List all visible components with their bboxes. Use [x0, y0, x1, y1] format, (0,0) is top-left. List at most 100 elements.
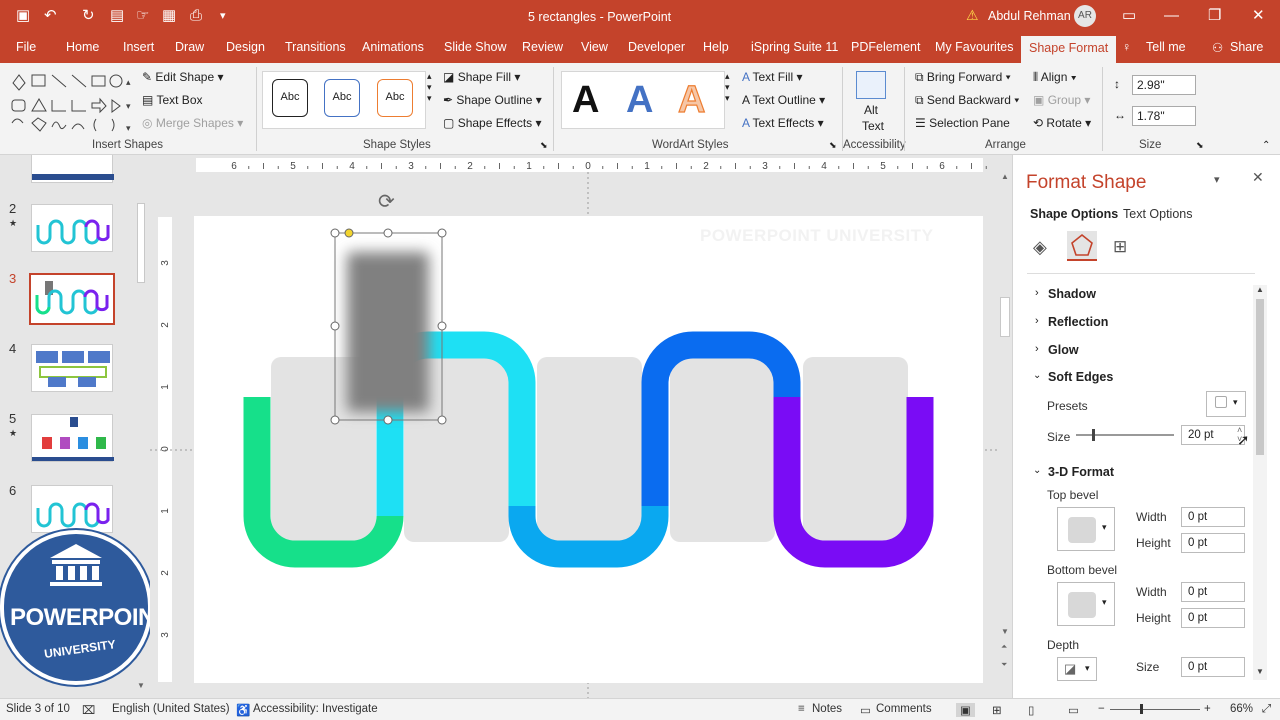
size-properties-icon[interactable]: ⊞ [1113, 237, 1127, 257]
wordart-gallery-more-icon[interactable]: ▴ ▾ ▾ [725, 71, 730, 104]
slideshow-view-icon[interactable]: ▭ [1068, 703, 1079, 717]
tab-transitions[interactable]: Transitions [285, 40, 346, 54]
zoom-in-icon[interactable]: + [1204, 703, 1211, 715]
tab-home[interactable]: Home [66, 40, 99, 54]
accessibility-status[interactable]: Accessibility: Investigate [253, 703, 378, 715]
soft-edges-size-slider[interactable] [1076, 429, 1174, 441]
text-effects-button[interactable]: A Text Effects ▾ [742, 116, 824, 130]
scroll-down-icon[interactable]: ▼ [137, 681, 145, 690]
tab-shape-format[interactable]: Shape Format [1021, 36, 1117, 63]
pane-scrollbar[interactable]: ▲ ▼ [1253, 285, 1267, 680]
pane-close-icon[interactable]: ✕ [1252, 169, 1264, 186]
bottom-bevel-dropdown[interactable]: ▾ [1057, 582, 1115, 626]
dialog-launcher-icon[interactable]: ⬊ [540, 140, 548, 151]
next-slide-icon[interactable]: ⏷ [1001, 660, 1007, 670]
comments-icon[interactable]: ▭ [860, 703, 871, 717]
canvas-scroll-down-icon[interactable]: ▼ [1001, 627, 1009, 636]
merge-shapes-button[interactable]: ◎ Merge Shapes ▾ [142, 116, 243, 130]
shape-height-field[interactable]: 2.98" [1132, 75, 1196, 95]
share-button[interactable]: Share [1230, 40, 1263, 54]
minimize-icon[interactable]: — [1164, 7, 1179, 25]
top-bevel-width-input[interactable]: 0 pt [1181, 507, 1245, 527]
shape-width-field[interactable]: 1.78" [1132, 106, 1196, 126]
shape-effects-button[interactable]: ▢ Shape Effects ▾ [443, 116, 542, 130]
avatar[interactable]: AR [1074, 5, 1096, 27]
zoom-out-icon[interactable]: − [1098, 703, 1105, 715]
soft-edges-collapse-icon[interactable]: ⌄ [1033, 370, 1041, 381]
slide-thumbnail-4[interactable] [31, 344, 113, 392]
tab-review[interactable]: Review [522, 40, 563, 54]
text-outline-button[interactable]: A Text Outline ▾ [742, 93, 825, 107]
slider-thumb[interactable] [1092, 429, 1095, 441]
previous-slide-icon[interactable]: ⏶ [1001, 642, 1007, 652]
slide-thumbnail-3-selected[interactable] [29, 273, 115, 325]
reflection-expand-icon[interactable]: › [1035, 315, 1039, 327]
wordart-style-black[interactable]: A [572, 79, 599, 122]
group-button[interactable]: ▣ Group ▾ [1033, 93, 1090, 107]
text-box-button[interactable]: ▤ Text Box [142, 93, 203, 107]
tab-animations[interactable]: Animations [362, 40, 424, 54]
fit-to-window-icon[interactable]: ⤢ [1262, 703, 1271, 716]
touch-mode-icon[interactable]: ☞ [136, 7, 149, 25]
tab-ispring[interactable]: iSpring Suite 11 [751, 40, 838, 54]
section-glow[interactable]: Glow [1048, 343, 1079, 357]
gallery-icon[interactable]: ▦ [162, 7, 176, 25]
maximize-icon[interactable]: ❐ [1208, 7, 1221, 25]
wordart-style-blue[interactable]: A [626, 79, 653, 122]
align-button[interactable]: ⫴ Align ▾ [1033, 70, 1077, 85]
tab-developer[interactable]: Developer [628, 40, 685, 54]
tab-pdfelement[interactable]: PDFelement [851, 40, 920, 54]
section-reflection[interactable]: Reflection [1048, 315, 1108, 329]
notes-icon[interactable]: ≡ [798, 703, 805, 715]
tab-text-options[interactable]: Text Options [1123, 207, 1192, 221]
pane-scroll-thumb[interactable] [1256, 299, 1264, 455]
depth-color-dropdown[interactable]: ◪ ▾ [1057, 657, 1097, 681]
language-indicator[interactable]: English (United States) [112, 703, 230, 715]
canvas-vertical-scrollbar[interactable]: ▲ ▼ ⏶ ⏷ [998, 172, 1012, 682]
shapes-gallery[interactable]: ▴ ▾ ▾ [8, 71, 134, 133]
shape-style-orange[interactable]: Abc [377, 79, 413, 117]
top-bevel-dropdown[interactable]: ▾ [1057, 507, 1115, 551]
zoom-level[interactable]: 66% [1230, 703, 1253, 715]
adjustment-handle[interactable] [344, 228, 354, 238]
slide-sorter-icon[interactable]: ⊞ [992, 703, 1002, 717]
reading-view-icon[interactable]: ▯ [1028, 703, 1034, 717]
bottom-bevel-width-input[interactable]: 0 pt [1181, 582, 1245, 602]
slide-thumbnail-1[interactable] [31, 155, 114, 183]
spelling-icon[interactable]: ⌧ [82, 703, 95, 717]
wordart-style-orange[interactable]: A [677, 78, 706, 122]
normal-view-icon[interactable]: ▣ [956, 703, 975, 717]
slide-thumbnail-2[interactable] [31, 204, 113, 252]
ribbon-display-icon[interactable]: ▭ [1122, 7, 1136, 25]
close-icon[interactable]: ✕ [1252, 7, 1265, 25]
text-fill-button[interactable]: A Text Fill ▾ [742, 70, 803, 84]
depth-size-input[interactable]: 0 pt [1181, 657, 1245, 677]
save-icon[interactable]: ▣ [16, 7, 30, 25]
styles-gallery-more-icon[interactable]: ▴ ▾ ▾ [427, 71, 432, 104]
customize-qat-icon[interactable]: ▾ [220, 7, 226, 25]
shape-style-black[interactable]: Abc [272, 79, 308, 117]
slide-counter[interactable]: Slide 3 of 10 [6, 703, 70, 715]
tab-shape-options[interactable]: Shape Options [1030, 207, 1118, 221]
pane-scroll-up-icon[interactable]: ▲ [1256, 285, 1264, 294]
tab-draw[interactable]: Draw [175, 40, 204, 54]
comments-button[interactable]: Comments [876, 703, 932, 715]
collapse-ribbon-icon[interactable]: ⌃ [1262, 140, 1270, 151]
tab-slide-show[interactable]: Slide Show [444, 40, 507, 54]
slide-thumbnail-6[interactable] [31, 485, 113, 533]
slide-canvas[interactable]: POWERPOINT UNIVERSITY [194, 216, 983, 683]
soft-edges-presets-dropdown[interactable]: ▾ [1206, 391, 1246, 417]
alt-text-button-line2[interactable]: Text [862, 119, 884, 133]
rotate-button[interactable]: ⟲ Rotate ▾ [1033, 116, 1091, 130]
top-bevel-height-input[interactable]: 0 pt [1181, 533, 1245, 553]
shape-style-blue[interactable]: Abc [324, 79, 360, 117]
effects-tab[interactable] [1067, 231, 1097, 261]
share-icon[interactable]: ⚇ [1212, 40, 1223, 55]
preview-icon[interactable]: ⎙ [190, 7, 202, 25]
accessibility-icon[interactable]: ♿ [236, 703, 250, 717]
alt-text-button-line1[interactable]: Alt [864, 103, 878, 117]
tab-help[interactable]: Help [703, 40, 729, 54]
tab-my-favourites[interactable]: My Favourites [935, 40, 1014, 54]
tab-insert[interactable]: Insert [123, 40, 154, 54]
present-icon[interactable]: ▤ [110, 7, 124, 25]
